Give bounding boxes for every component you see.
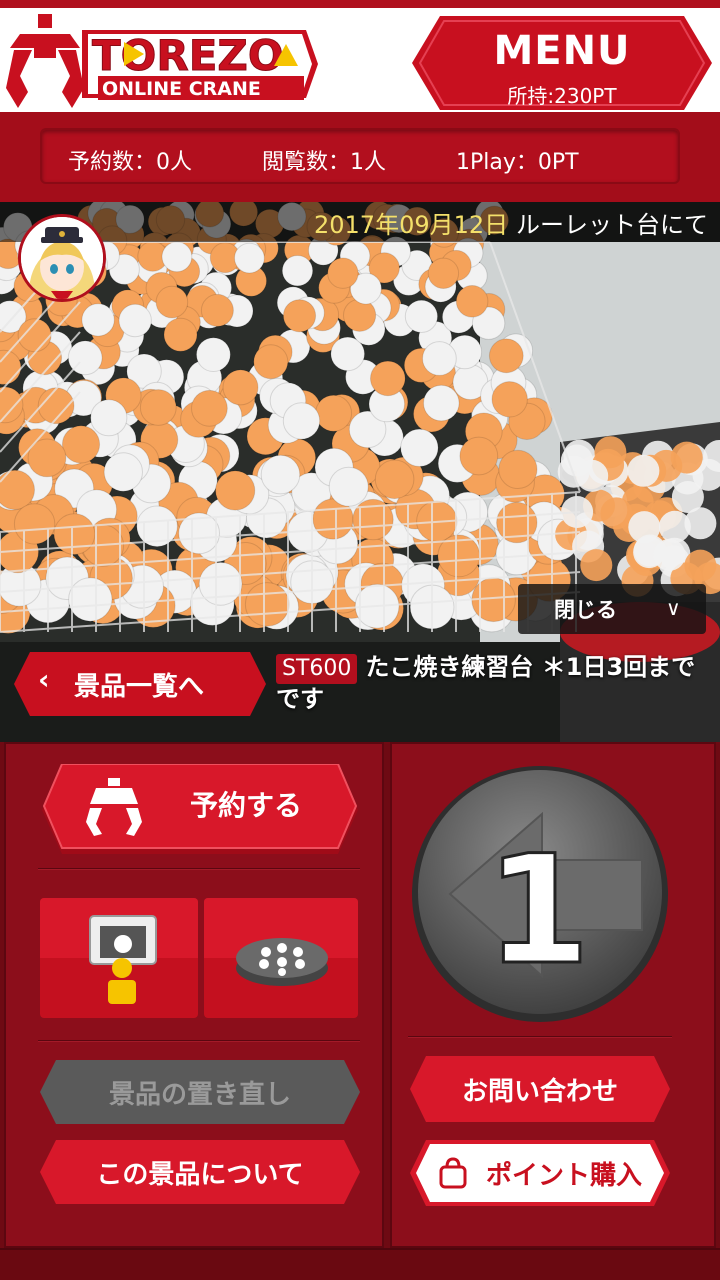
bottom-strip bbox=[0, 1248, 720, 1280]
ball bbox=[328, 466, 369, 507]
takoyaki-plate-icon bbox=[204, 898, 358, 986]
ball bbox=[455, 285, 489, 318]
ball bbox=[684, 549, 717, 582]
divider bbox=[408, 1036, 672, 1038]
ball bbox=[653, 538, 686, 571]
ball bbox=[61, 425, 101, 464]
stats-bar: 予約数：0人 閲覧数：1人 1Play：0PT bbox=[0, 112, 720, 202]
back-label: 景品一覧へ bbox=[74, 672, 205, 702]
ball bbox=[118, 303, 152, 338]
ticker-text: ルーレット台にて bbox=[516, 211, 708, 239]
ball bbox=[200, 293, 234, 327]
header: TOREZO ONLINE CRANE MENU 所持:230PT bbox=[0, 0, 720, 112]
ball bbox=[498, 449, 538, 489]
ball bbox=[260, 454, 301, 495]
ball bbox=[315, 394, 353, 432]
ball bbox=[491, 381, 528, 418]
app-root: TOREZO ONLINE CRANE MENU 所持:230PT 予約数：0人… bbox=[0, 0, 720, 1280]
ball bbox=[343, 298, 377, 332]
ball bbox=[196, 337, 231, 373]
ticker-date: 2017年09月12日 bbox=[314, 211, 509, 239]
ball bbox=[327, 257, 359, 289]
buy-points-button[interactable]: ポイント購入 bbox=[410, 1140, 670, 1206]
ball bbox=[459, 436, 499, 476]
play-cost: 1Play：0PT bbox=[456, 150, 579, 175]
ball bbox=[253, 344, 289, 380]
chevron-left-icon: ‹ bbox=[38, 663, 50, 696]
divider bbox=[38, 1040, 360, 1042]
close-button[interactable]: 閉じる ∨ bbox=[518, 584, 706, 634]
ball bbox=[684, 507, 717, 540]
back-to-prize-list-button[interactable]: ‹ 景品一覧へ bbox=[14, 652, 266, 716]
prize-title: ST600 たこ焼き練習台 ＊1日3回までです bbox=[276, 652, 712, 714]
ball bbox=[400, 428, 439, 468]
divider bbox=[38, 868, 360, 870]
ball bbox=[422, 341, 457, 376]
menu-label: MENU bbox=[493, 28, 631, 74]
ball bbox=[103, 452, 144, 492]
ball bbox=[139, 389, 177, 426]
ball bbox=[191, 389, 228, 427]
close-label: 閉じる bbox=[554, 598, 617, 622]
contact-label: お問い合わせ bbox=[461, 1077, 618, 1107]
ball bbox=[215, 470, 256, 511]
side-camera-button[interactable] bbox=[204, 898, 358, 1018]
avatar[interactable] bbox=[18, 214, 106, 302]
live-video-stream[interactable]: 2017年09月12日 ルーレット台にて 閉じる ∨ ‹ 景品一覧へ ST600… bbox=[0, 202, 720, 742]
ball bbox=[374, 459, 415, 500]
ball bbox=[427, 257, 460, 290]
about-prize-button[interactable]: この景品について bbox=[40, 1140, 360, 1204]
claw-logo-icon: TOREZO ONLINE CRANE bbox=[6, 14, 318, 108]
ball bbox=[370, 360, 406, 397]
reset-prize-button[interactable]: 景品の置き直し bbox=[40, 1060, 360, 1124]
chevron-down-icon: ∨ bbox=[666, 596, 681, 620]
crane-front-view-icon bbox=[40, 898, 198, 1004]
buy-points-label: ポイント購入 bbox=[485, 1161, 642, 1191]
ball bbox=[576, 459, 609, 492]
svg-text:1: 1 bbox=[486, 824, 590, 998]
ball bbox=[580, 549, 613, 582]
ball bbox=[423, 384, 460, 422]
ball bbox=[234, 242, 265, 274]
reserve-button[interactable]: 予約する bbox=[40, 764, 360, 856]
ball bbox=[488, 338, 524, 374]
viewer-count: 閲覧数：1人 bbox=[262, 150, 386, 175]
reset-prize-label: 景品の置き直し bbox=[108, 1080, 291, 1110]
ball bbox=[404, 299, 438, 334]
ball bbox=[281, 254, 314, 287]
ball bbox=[282, 402, 321, 440]
svg-text:ONLINE CRANE: ONLINE CRANE bbox=[102, 78, 261, 100]
svg-text:TOREZO: TOREZO bbox=[92, 31, 284, 80]
about-prize-label: この景品について bbox=[96, 1160, 304, 1190]
move-left-arrow-icon: 1 bbox=[412, 766, 668, 1022]
ball bbox=[670, 441, 703, 474]
reserve-label: 予約する bbox=[189, 789, 302, 822]
contact-button[interactable]: お問い合わせ bbox=[410, 1056, 670, 1122]
reservation-count: 予約数：0人 bbox=[68, 150, 192, 175]
ball bbox=[161, 241, 193, 273]
front-camera-button[interactable] bbox=[40, 898, 198, 1018]
ball bbox=[81, 303, 115, 337]
ball bbox=[244, 582, 290, 627]
menu-button[interactable]: MENU 所持:230PT bbox=[412, 16, 712, 110]
ball bbox=[222, 369, 259, 406]
ball bbox=[155, 285, 189, 319]
ball bbox=[627, 454, 660, 487]
stats-box: 予約数：0人 閲覧数：1人 1Play：0PT bbox=[40, 128, 680, 184]
ball bbox=[163, 317, 198, 352]
ball bbox=[282, 299, 317, 333]
ball bbox=[90, 399, 128, 437]
torezo-logo[interactable]: TOREZO ONLINE CRANE bbox=[6, 14, 326, 114]
anime-girl-avatar-icon bbox=[21, 217, 103, 299]
play-step-button[interactable]: 1 bbox=[410, 764, 670, 1024]
points-balance: 所持:230PT bbox=[507, 84, 617, 108]
news-ticker: 2017年09月12日 ルーレット台にて bbox=[0, 202, 720, 242]
prize-code-badge: ST600 bbox=[276, 654, 358, 684]
